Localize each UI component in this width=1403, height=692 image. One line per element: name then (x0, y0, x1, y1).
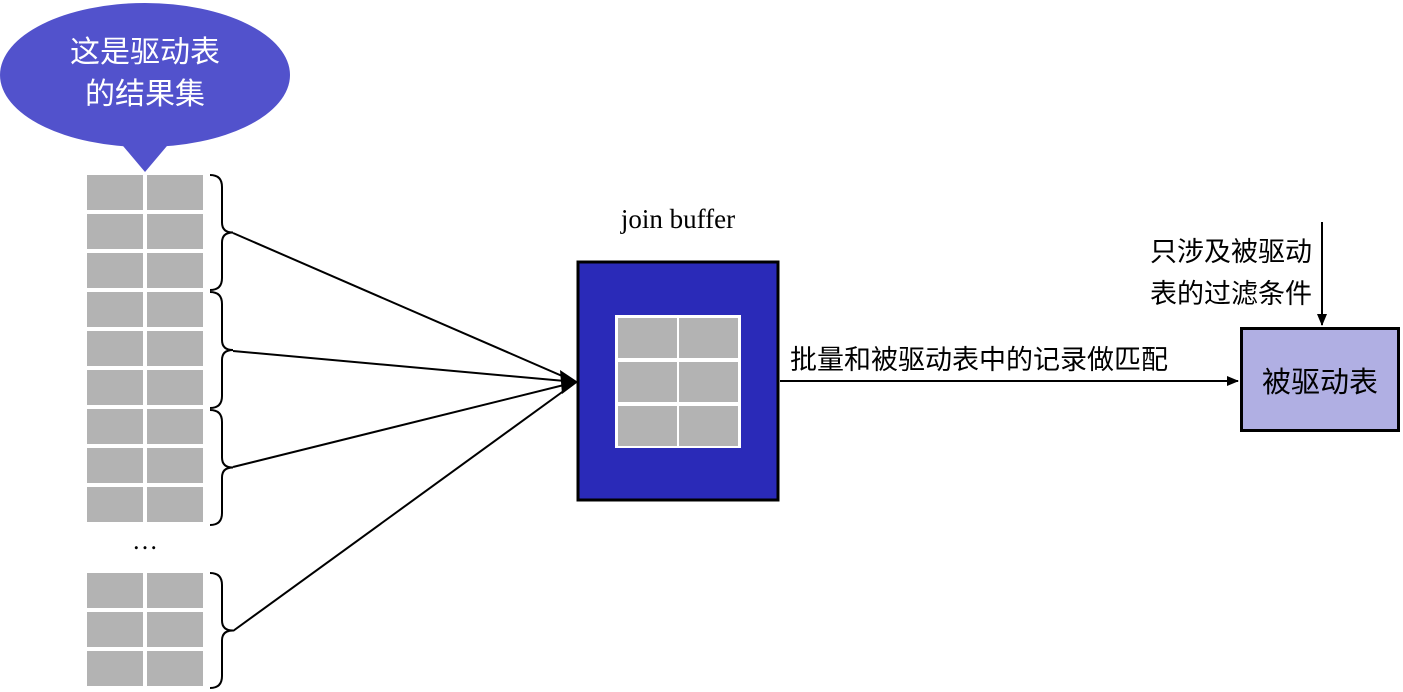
join-buffer-cell (618, 318, 677, 358)
driving-table-cell (147, 573, 203, 608)
driving-table-cell (87, 331, 143, 366)
batch-brace (209, 572, 234, 689)
more-rows-ellipsis: … (132, 526, 158, 555)
driving-table-cell (87, 175, 143, 210)
filter-condition-label: 只涉及被驱动 表的过滤条件 (1108, 232, 1312, 316)
driven-table-label: 被驱动表 (1261, 364, 1378, 399)
batch-arrows (232, 232, 578, 632)
join-buffer-cell (618, 362, 677, 402)
batch-arrow (232, 350, 577, 383)
batch-arrow (232, 381, 577, 468)
join-buffer-cell (679, 406, 738, 446)
bubble-text: 这是驱动表 的结果集 (40, 32, 250, 116)
driving-table-cell (87, 448, 143, 483)
join-buffer-cell (679, 362, 738, 402)
driving-table-cell (147, 175, 203, 210)
driving-table-cell (87, 651, 143, 686)
driving-table-cell (87, 573, 143, 608)
join-buffer-cell (679, 318, 738, 358)
batch-braces (209, 174, 234, 689)
driving-table-cell (147, 651, 203, 686)
batch-brace (209, 291, 234, 409)
driving-table-cell (87, 612, 143, 647)
batch-arrow (232, 232, 577, 383)
driven-table-box: 被驱动表 (1240, 327, 1400, 432)
bubble-line-2: 的结果集 (85, 77, 205, 112)
driving-table-cell (147, 487, 203, 522)
driving-table-cell (147, 253, 203, 288)
driving-table-cell (147, 409, 203, 444)
driving-table-cell (87, 487, 143, 522)
arrowhead (560, 370, 578, 394)
driving-table-cell (87, 214, 143, 249)
driving-table-cell (87, 409, 143, 444)
match-label: 批量和被驱动表中的记录做匹配 (790, 345, 1168, 376)
driving-table-cell (87, 292, 143, 327)
driving-table-rows (87, 175, 203, 686)
driving-table-cell (147, 612, 203, 647)
driving-table-cell (87, 370, 143, 405)
driving-table-cell (147, 292, 203, 327)
driving-table-cell (147, 331, 203, 366)
batch-brace (209, 409, 234, 526)
driving-table-cell (87, 253, 143, 288)
bubble-line-1: 这是驱动表 (70, 35, 220, 70)
batch-arrow (232, 381, 577, 632)
join-buffer-label: join buffer (620, 204, 736, 234)
driving-table-cell (147, 448, 203, 483)
filter-line-2: 表的过滤条件 (1150, 279, 1312, 310)
driving-table-cell (147, 214, 203, 249)
filter-line-1: 只涉及被驱动 (1150, 237, 1312, 268)
batch-brace (209, 174, 234, 291)
join-buffer-box (576, 260, 780, 502)
driving-table-cell (147, 370, 203, 405)
join-buffer-cell (618, 406, 677, 446)
